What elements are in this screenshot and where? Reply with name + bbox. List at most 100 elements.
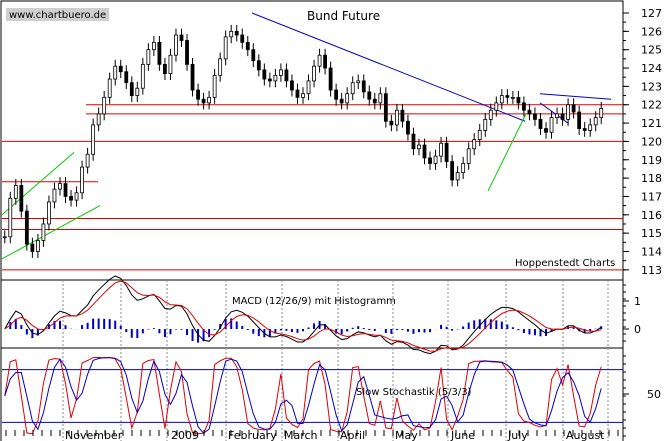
candle-body — [290, 80, 294, 91]
candle-body — [295, 89, 300, 98]
candle-body — [461, 163, 466, 174]
candle-body — [400, 109, 405, 122]
candle-body — [69, 196, 73, 201]
candle-body — [510, 96, 515, 99]
candle-body — [494, 102, 499, 111]
x-tick-label: May — [395, 429, 418, 441]
candle-body — [312, 65, 316, 82]
candle-body — [218, 58, 223, 76]
y-tick-label: 114 — [641, 245, 662, 258]
candle-body — [599, 107, 604, 118]
candle-body — [560, 113, 565, 120]
candle-body — [201, 98, 206, 104]
candle-body — [439, 142, 443, 157]
candle-body — [323, 54, 327, 69]
chart-container: 127 126 125 124 123 122 121 120 119 118 117 116 115 1… — [0, 0, 672, 441]
candle-body — [179, 34, 184, 41]
candle-body — [455, 172, 460, 181]
candle-body — [240, 34, 245, 43]
candle-body — [118, 65, 123, 73]
candle-body — [13, 185, 18, 199]
candle-body — [2, 236, 7, 239]
candle-body — [273, 74, 278, 82]
chart-title: Bund Future — [307, 9, 380, 23]
candle-body — [262, 69, 267, 80]
y-tick-label: 125 — [641, 44, 662, 57]
y-tick-label: 123 — [641, 80, 662, 93]
candle-body — [350, 82, 355, 95]
candle-body — [146, 49, 151, 65]
credit-text: Hoppenstedt Charts — [515, 258, 615, 269]
x-tick-label: February — [228, 429, 277, 441]
candle-body — [582, 128, 587, 131]
candle-body — [129, 82, 134, 96]
candle-body — [284, 69, 289, 82]
candle-body — [411, 133, 416, 150]
candle-body — [428, 157, 432, 164]
x-tick-label: April — [340, 429, 365, 441]
candle-body — [163, 63, 167, 74]
candle-body — [212, 74, 217, 98]
candle-body — [306, 80, 311, 95]
candle-body — [47, 201, 51, 225]
candle-body — [499, 95, 504, 104]
candle-body — [35, 240, 40, 252]
candle-body — [483, 119, 488, 131]
watermark-text: www.chartbuero.de — [9, 10, 106, 21]
y-tick-label: 127 — [641, 7, 662, 20]
candle-body — [378, 93, 383, 104]
candle-body — [406, 120, 410, 135]
y-tick-label: 120 — [641, 135, 662, 148]
candle-body — [168, 54, 173, 74]
candle-body — [196, 89, 200, 100]
candle-body — [301, 93, 305, 98]
stoch-y-label: 50 — [647, 388, 661, 401]
candle-body — [588, 124, 593, 131]
candle-body — [516, 96, 521, 104]
macd-title: MACD (12/26/9) mit Histogramm — [232, 296, 396, 307]
candle-body — [372, 98, 377, 104]
candle-body — [577, 111, 582, 129]
y-tick-label: 115 — [641, 227, 662, 240]
candle-body — [549, 117, 554, 133]
candle-body — [245, 41, 250, 51]
stoch-title: Slow Stochastik (5/3/3) — [356, 387, 472, 398]
candle-body — [505, 95, 510, 98]
candle-body — [229, 30, 234, 38]
candle-body — [334, 89, 339, 100]
x-tick-label: March — [284, 429, 318, 441]
candle-body — [190, 63, 195, 91]
candle-body — [251, 49, 256, 62]
candle-body — [80, 166, 84, 194]
candle-body — [328, 67, 333, 91]
candle-body — [383, 93, 388, 122]
candle-body — [113, 65, 118, 80]
candle-body — [444, 142, 449, 162]
candle-body — [41, 223, 46, 241]
candle-body — [356, 80, 361, 84]
candle-body — [135, 87, 140, 96]
candle-body — [433, 155, 438, 164]
y-tick-label: 113 — [641, 264, 662, 277]
candle-body — [422, 144, 427, 159]
candle-body — [58, 183, 62, 190]
x-axis-labels: November 2009 February March April May June Jul… — [5, 429, 619, 441]
candle-body — [124, 71, 129, 84]
candle-body — [544, 128, 548, 133]
candle-body — [19, 185, 24, 212]
y-tick-label: 122 — [641, 99, 662, 112]
candle-body — [593, 117, 598, 126]
y-tick-label: 121 — [641, 117, 662, 130]
y-tick-label: 119 — [641, 154, 662, 167]
chart-svg: 127 126 125 124 123 122 121 120 119 118 117 116 115 1… — [0, 0, 672, 441]
candle-body — [394, 109, 399, 126]
candle-body — [24, 210, 29, 245]
candle-body — [317, 54, 322, 67]
candle-body — [522, 102, 526, 111]
candle-body — [488, 109, 493, 120]
y-tick-label: 117 — [641, 190, 662, 203]
candle-body — [345, 93, 350, 104]
candle-body — [102, 96, 107, 115]
y-tick-label: 126 — [641, 25, 662, 38]
macd-y-label: 0 — [634, 323, 641, 336]
